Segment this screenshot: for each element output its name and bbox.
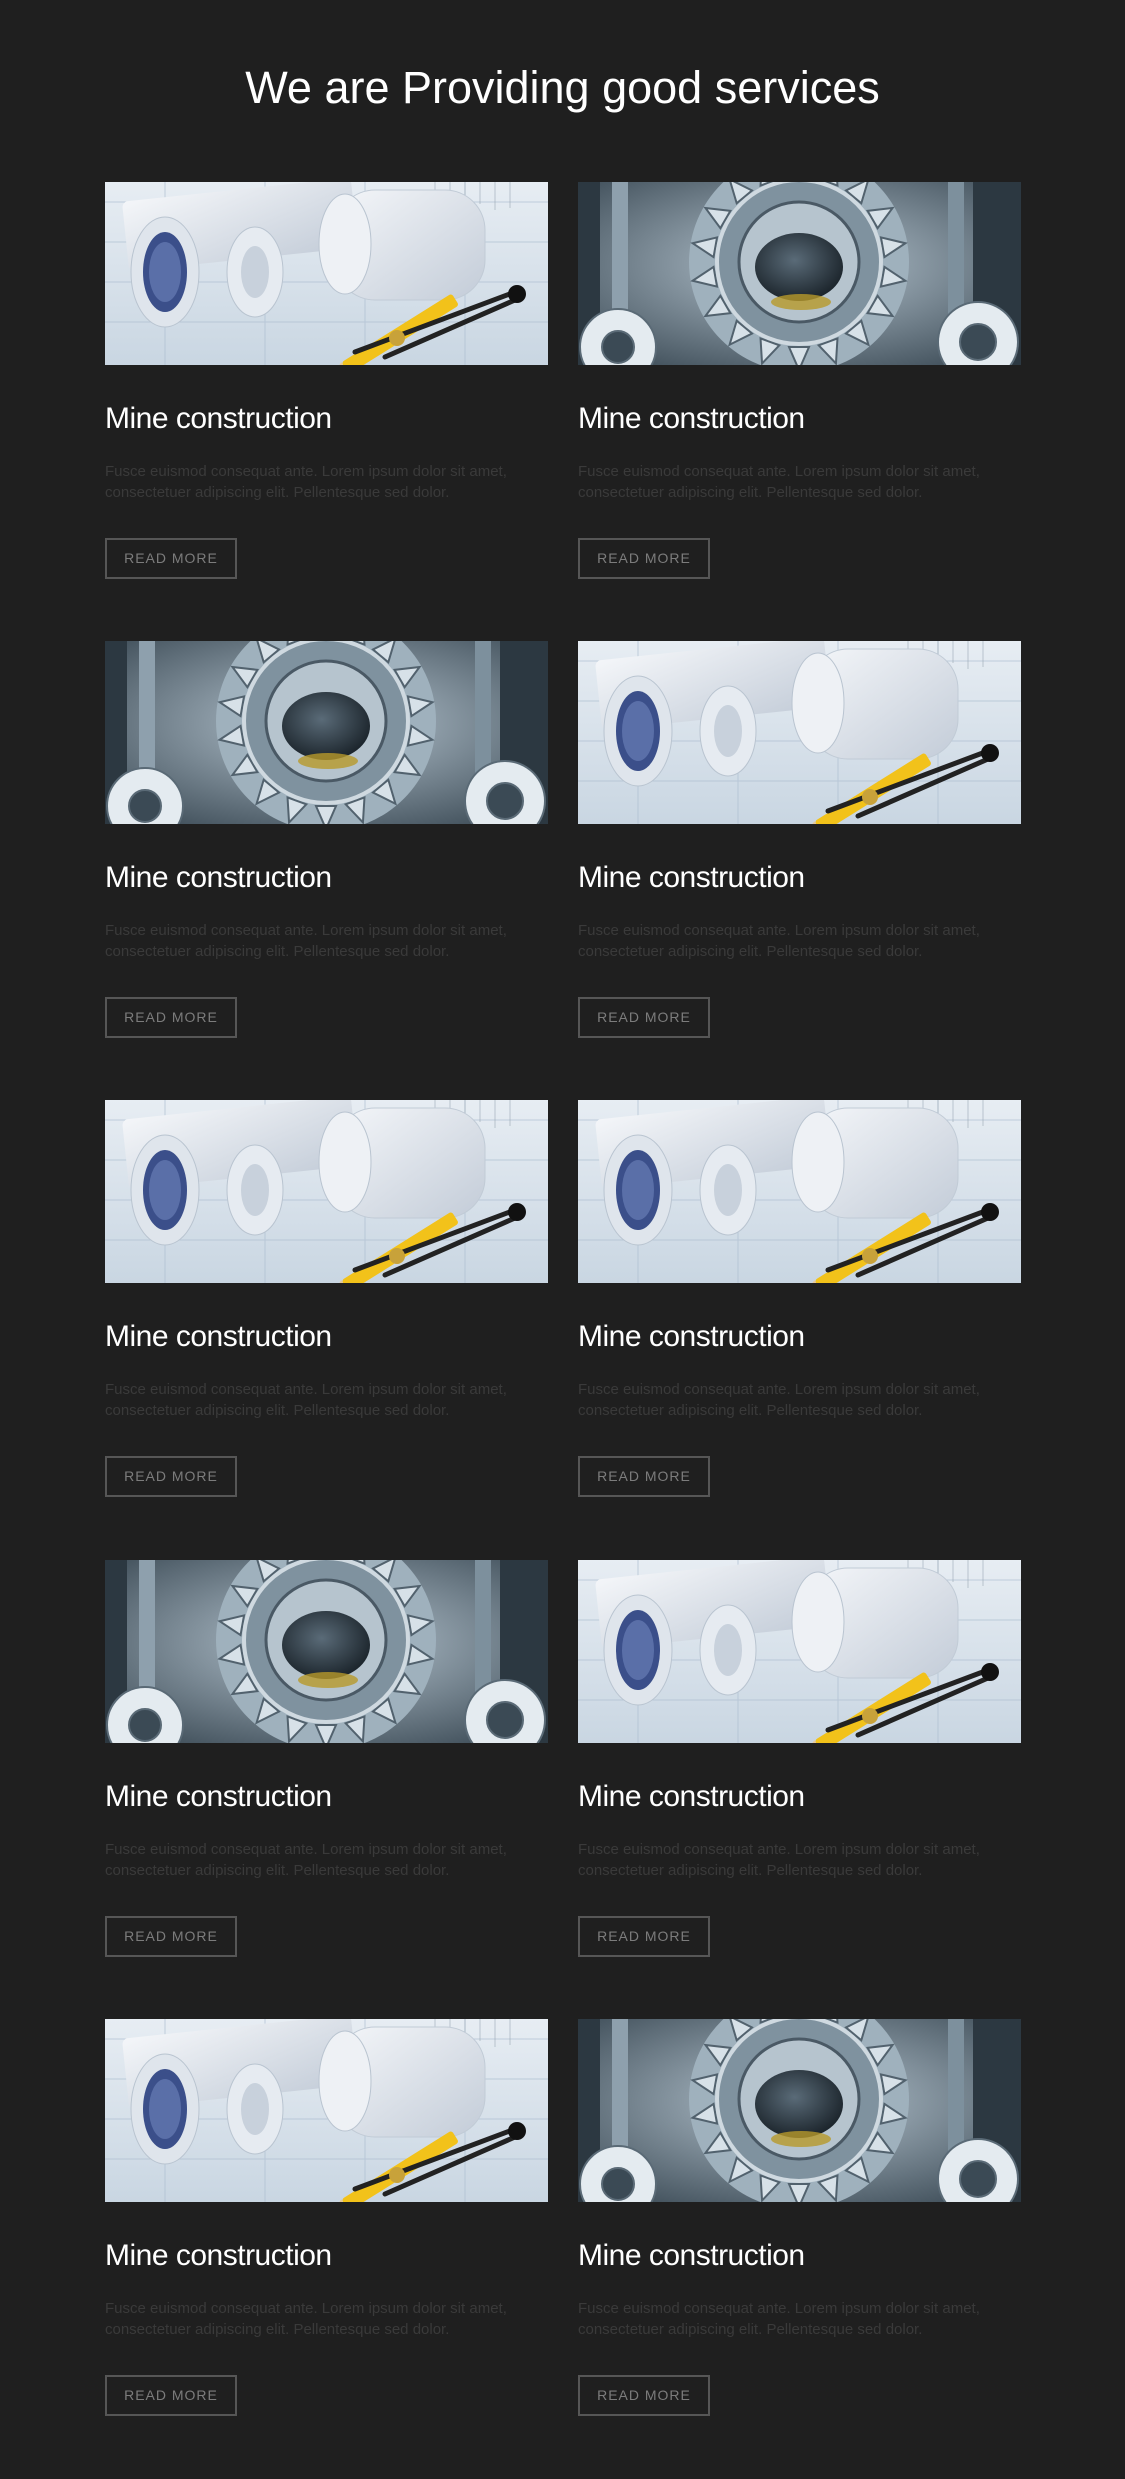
service-title: Mine construction [105, 402, 332, 435]
service-description: Fusce euismod consequat ante. Lorem ipsu… [105, 922, 507, 960]
service-card: Mine construction Fusce euismod consequa… [578, 641, 1021, 1038]
read-more-button[interactable]: READ MORE [105, 1456, 237, 1497]
read-more-button[interactable]: READ MORE [578, 1916, 710, 1957]
service-card: Mine construction Fusce euismod consequa… [105, 1560, 548, 1957]
service-description: Fusce euismod consequat ante. Lorem ipsu… [578, 2300, 980, 2338]
service-description: Fusce euismod consequat ante. Lorem ipsu… [105, 2300, 507, 2338]
service-image [105, 1560, 548, 1743]
service-description: Fusce euismod consequat ante. Lorem ipsu… [578, 1381, 980, 1419]
service-image [578, 641, 1021, 824]
service-title: Mine construction [105, 2239, 332, 2272]
read-more-button[interactable]: READ MORE [105, 997, 237, 1038]
read-more-button[interactable]: READ MORE [578, 997, 710, 1038]
service-card: Mine construction Fusce euismod consequa… [578, 1560, 1021, 1957]
service-card: Mine construction Fusce euismod consequa… [105, 2019, 548, 2416]
service-description: Fusce euismod consequat ante. Lorem ipsu… [578, 922, 980, 960]
service-description: Fusce euismod consequat ante. Lorem ipsu… [105, 1381, 507, 1419]
read-more-button[interactable]: READ MORE [105, 1916, 237, 1957]
service-card: Mine construction Fusce euismod consequa… [578, 1100, 1021, 1497]
service-title: Mine construction [578, 2239, 805, 2272]
service-description: Fusce euismod consequat ante. Lorem ipsu… [578, 1841, 980, 1879]
service-description: Fusce euismod consequat ante. Lorem ipsu… [578, 463, 980, 501]
service-image [105, 1100, 548, 1283]
service-title: Mine construction [105, 861, 332, 894]
service-title: Mine construction [578, 861, 805, 894]
read-more-button[interactable]: READ MORE [578, 538, 710, 579]
service-card: Mine construction Fusce euismod consequa… [578, 182, 1021, 579]
service-card: Mine construction Fusce euismod consequa… [105, 1100, 548, 1497]
service-description: Fusce euismod consequat ante. Lorem ipsu… [105, 1841, 507, 1879]
read-more-button[interactable]: READ MORE [105, 538, 237, 579]
service-image [105, 641, 548, 824]
service-card: Mine construction Fusce euismod consequa… [105, 641, 548, 1038]
service-image [578, 2019, 1021, 2202]
read-more-button[interactable]: READ MORE [105, 2375, 237, 2416]
service-image [105, 182, 548, 365]
service-image [578, 1100, 1021, 1283]
read-more-button[interactable]: READ MORE [578, 1456, 710, 1497]
service-title: Mine construction [578, 402, 805, 435]
service-image [105, 2019, 548, 2202]
service-description: Fusce euismod consequat ante. Lorem ipsu… [105, 463, 507, 501]
section-title: We are Providing good services [245, 62, 880, 113]
service-title: Mine construction [578, 1320, 805, 1353]
service-card: Mine construction Fusce euismod consequa… [105, 182, 548, 579]
read-more-button[interactable]: READ MORE [578, 2375, 710, 2416]
service-title: Mine construction [578, 1780, 805, 1813]
service-card: Mine construction Fusce euismod consequa… [578, 2019, 1021, 2416]
service-image [578, 1560, 1021, 1743]
service-title: Mine construction [105, 1320, 332, 1353]
service-title: Mine construction [105, 1780, 332, 1813]
service-image [578, 182, 1021, 365]
